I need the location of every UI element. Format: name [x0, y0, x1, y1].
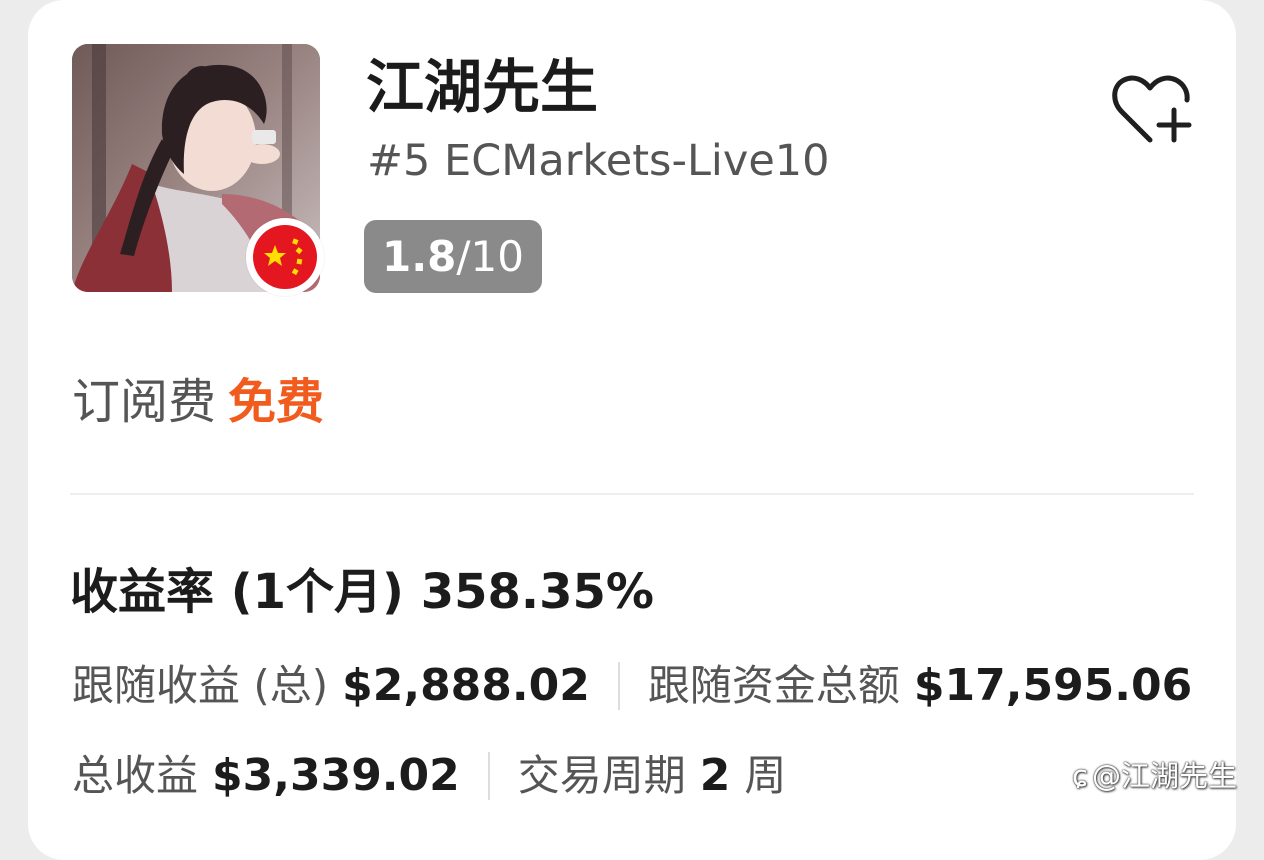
- score-value: 1.8: [382, 232, 457, 281]
- trade-cycle-label: 交易周期: [517, 751, 686, 800]
- monthly-return: 收益率 (1个月) 358.35%: [70, 564, 655, 620]
- follow-funds-label: 跟随资金总额: [647, 661, 900, 710]
- subscription-fee-label: 订阅费: [72, 374, 217, 430]
- total-profit-label: 总收益: [72, 751, 199, 800]
- watermark: ɕ @江湖先生: [1072, 756, 1237, 796]
- trade-cycle-value: 2: [699, 750, 731, 801]
- trader-rank-account: #5 ECMarkets-Live10: [367, 136, 830, 186]
- heart-plus-icon: [1112, 75, 1192, 143]
- score-badge: 1.8/10: [364, 220, 542, 293]
- subscription-fee-value: 免费: [228, 374, 325, 430]
- divider: [70, 493, 1194, 495]
- follow-profit-label: 跟随收益 (总): [72, 661, 329, 710]
- china-flag-icon: [253, 225, 317, 289]
- score-total: /10: [456, 232, 524, 281]
- country-flag-badge: [246, 218, 324, 296]
- separator: [617, 662, 620, 710]
- zhihu-logo-icon: ɕ: [1072, 759, 1088, 793]
- trader-name: 江湖先生: [366, 53, 599, 121]
- watermark-text: @江湖先生: [1091, 759, 1237, 793]
- follow-profit-value: $2,888.02: [342, 660, 590, 711]
- stats-row-total: 总收益 $3,339.02 交易周期 2 周: [72, 746, 786, 806]
- follow-funds-value: $17,595.06: [913, 660, 1193, 711]
- separator: [487, 752, 490, 800]
- stats-row-follow: 跟随收益 (总) $2,888.02 跟随资金总额 $17,595.06: [72, 656, 1192, 716]
- follow-button[interactable]: [1110, 72, 1196, 148]
- total-profit-value: $3,339.02: [212, 750, 460, 801]
- trade-cycle-unit: 周: [744, 751, 787, 800]
- subscription-fee: 订阅费 免费: [72, 370, 324, 445]
